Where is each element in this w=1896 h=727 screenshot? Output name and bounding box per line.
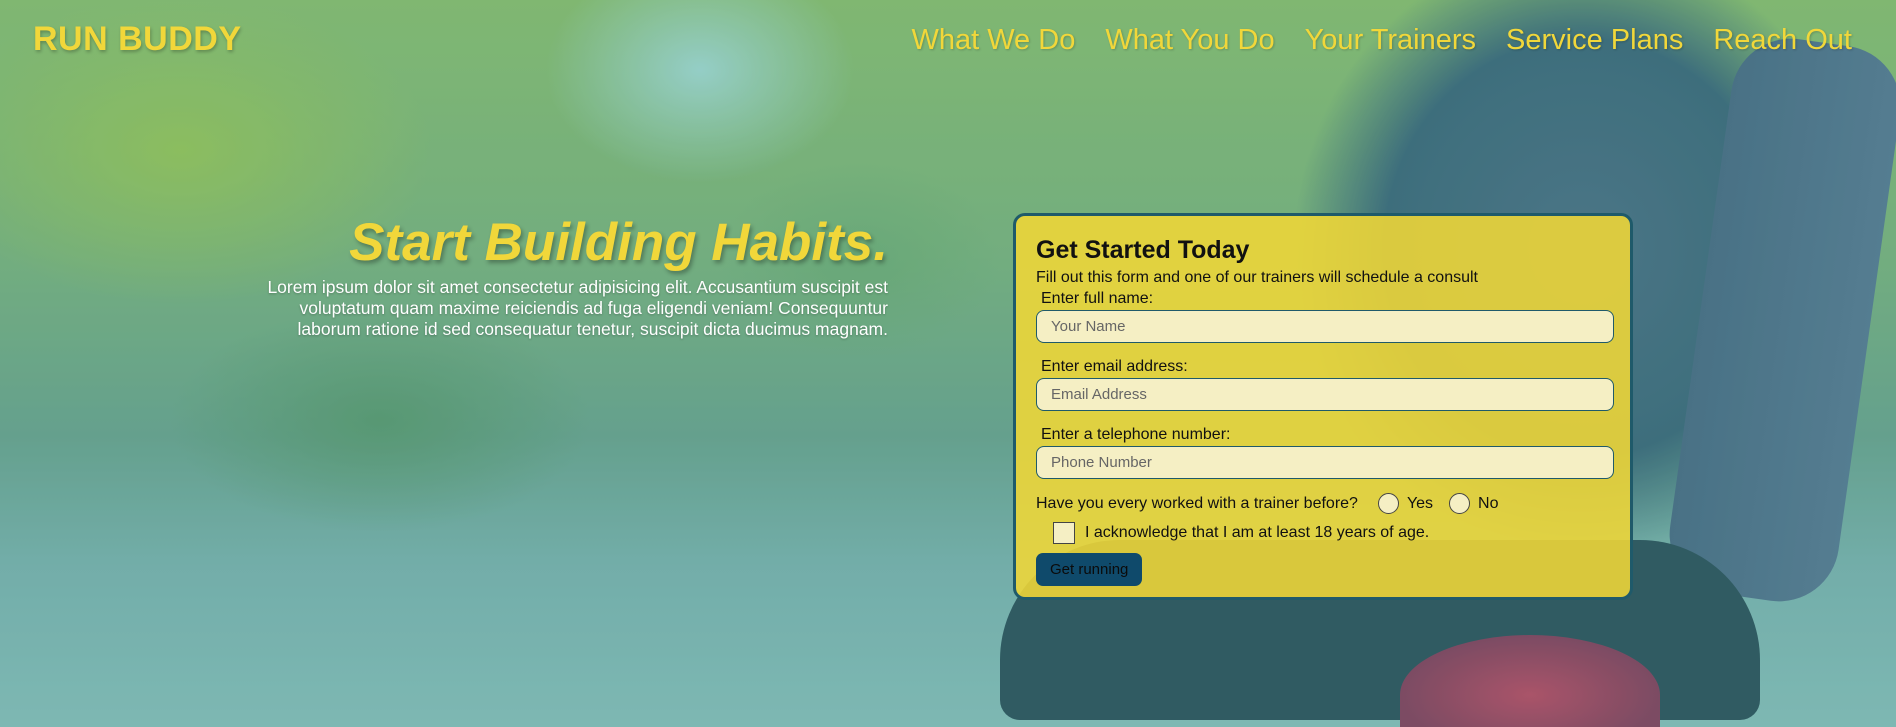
nav-what-you-do[interactable]: What You Do [1105, 24, 1274, 57]
trainer-yes-radio[interactable] [1377, 493, 1399, 514]
age-ack-label: I acknowledge that I am at least 18 year… [1085, 524, 1430, 541]
form-title: Get Started Today [1036, 236, 1250, 264]
phone-input[interactable] [1036, 446, 1614, 479]
signup-form: Get Started Today Fill out this form and… [1013, 213, 1633, 600]
age-ack-checkbox[interactable] [1053, 522, 1075, 544]
nav-reach-out[interactable]: Reach Out [1713, 24, 1852, 57]
trainer-question: Have you every worked with a trainer bef… [1036, 494, 1358, 512]
hero-intro: Lorem ipsum dolor sit amet consectetur a… [267, 277, 888, 339]
nav-what-we-do[interactable]: What We Do [911, 24, 1075, 57]
hero-headline: Start Building Habits. [349, 213, 888, 272]
trainer-no-label: No [1478, 494, 1499, 512]
name-label: Enter full name: [1041, 290, 1154, 307]
form-subtitle: Fill out this form and one of our traine… [1036, 269, 1478, 286]
nav-service-plans[interactable]: Service Plans [1506, 24, 1683, 57]
brand-logo[interactable]: RUN BUDDY [33, 20, 242, 59]
email-label: Enter email address: [1041, 358, 1188, 375]
email-input[interactable] [1036, 378, 1614, 411]
get-running-button[interactable]: Get running [1036, 553, 1143, 586]
name-input[interactable] [1036, 310, 1614, 343]
trainer-yes-label: Yes [1406, 494, 1434, 512]
age-ack-row: I acknowledge that I am at least 18 year… [1053, 522, 1610, 544]
nav-your-trainers[interactable]: Your Trainers [1305, 24, 1476, 57]
trainer-no-radio[interactable] [1449, 493, 1471, 514]
trainer-question-row: Have you every worked with a trainer bef… [1036, 493, 1610, 514]
main-nav: What We Do What You Do Your Trainers Ser… [911, 24, 1852, 57]
phone-label: Enter a telephone number: [1041, 426, 1231, 443]
